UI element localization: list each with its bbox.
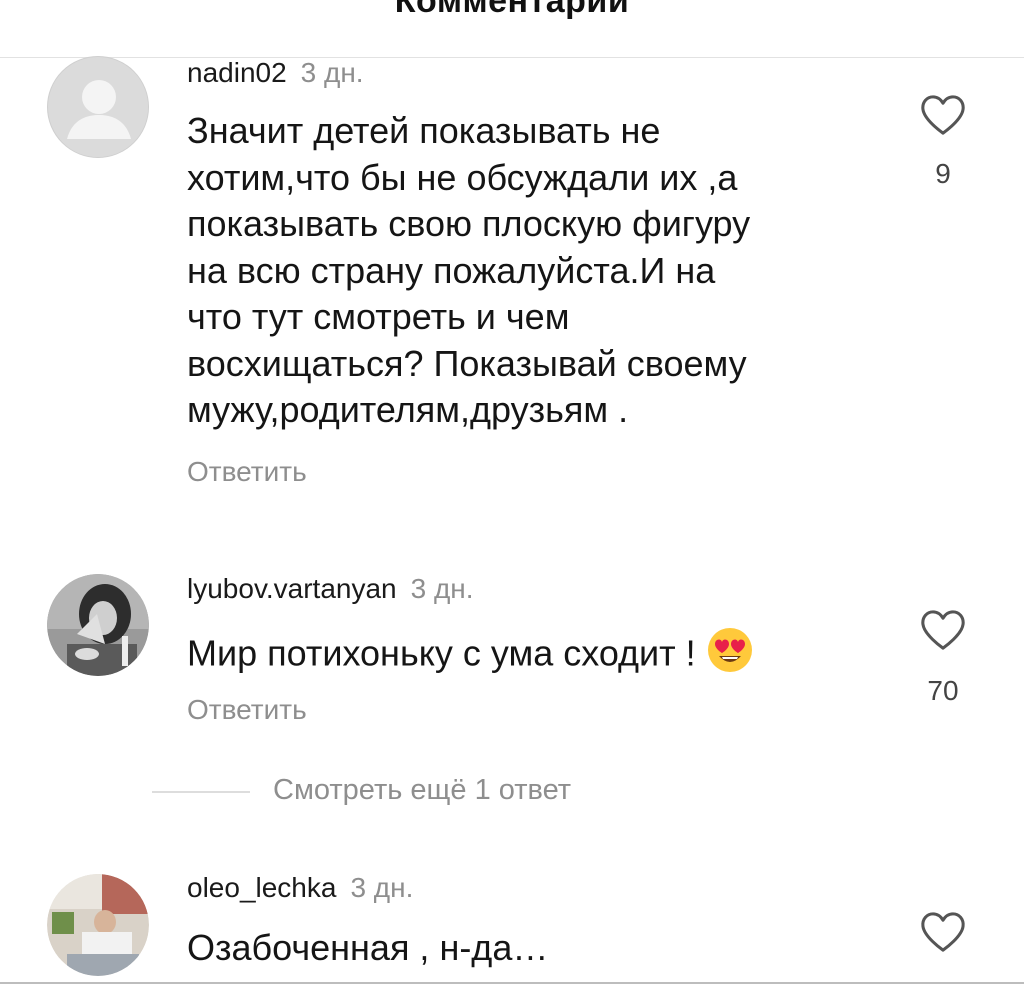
comment-text: Озабоченная , н-да… xyxy=(187,925,867,972)
comment-text-line: что тут смотреть и чем xyxy=(187,296,570,337)
comment-text-line: хотим,что бы не обсуждали их ,а xyxy=(187,156,738,198)
like-count: 9 xyxy=(935,158,951,189)
like-button[interactable] xyxy=(918,911,968,953)
view-more-replies[interactable]: Смотреть ещё 1 ответ xyxy=(152,770,852,814)
comment-meta: oleo_lechka 3 дн. xyxy=(187,872,413,905)
comment-username[interactable]: oleo_lechka xyxy=(187,872,336,903)
comment-username[interactable]: lyubov.vartanyan xyxy=(187,573,397,604)
comment-time: 3 дн. xyxy=(300,57,364,88)
page-title: Комментарии xyxy=(394,0,630,20)
view-more-divider xyxy=(152,791,250,793)
like-button[interactable]: 70 xyxy=(918,609,968,706)
comment-text-line: показывать свою плоскую фигуру xyxy=(187,203,751,244)
default-avatar-icon xyxy=(49,58,148,157)
avatar[interactable] xyxy=(47,574,149,676)
header-divider xyxy=(0,57,1024,58)
photo-avatar-image xyxy=(47,574,149,676)
comment-username[interactable]: nadin02 xyxy=(187,57,287,88)
like-count: 70 xyxy=(927,675,959,706)
reply-button[interactable]: Ответить xyxy=(187,694,307,726)
heart-outline-icon xyxy=(921,95,965,135)
avatar[interactable] xyxy=(47,874,149,976)
comment-text-line: восхищаться? Показывай своему xyxy=(187,342,747,384)
like-button[interactable]: 9 xyxy=(918,94,968,189)
photo-avatar-image xyxy=(47,874,149,976)
comment-text-content: Озабоченная , н-да… xyxy=(187,927,549,968)
comment-text-content: Мир потихоньку с ума сходит ! xyxy=(187,632,696,674)
heart-outline-icon xyxy=(921,610,965,650)
comment-text: Значит детей показывать не хотим,что бы … xyxy=(187,108,867,434)
comment-meta: lyubov.vartanyan 3 дн. xyxy=(187,573,474,606)
avatar[interactable] xyxy=(47,56,149,158)
comment-time: 3 дн. xyxy=(350,872,414,903)
reply-button[interactable]: Ответить xyxy=(187,456,307,488)
heart-eyes-emoji-icon xyxy=(706,626,754,686)
header: Комментарии xyxy=(0,0,1024,40)
comment-text-line: Значит детей показывать не xyxy=(187,110,661,151)
comment-time: 3 дн. xyxy=(410,573,474,604)
view-more-label[interactable]: Смотреть ещё 1 ответ xyxy=(273,774,571,807)
comment-text: Мир потихоньку с ума сходит ! xyxy=(187,626,867,686)
heart-outline-icon xyxy=(921,912,965,952)
bottom-divider xyxy=(0,982,1024,984)
comment-meta: nadin02 3 дн. xyxy=(187,57,364,90)
comment-text-line: на всю страну пожалуйста.И на xyxy=(187,249,716,291)
comment-text-line: мужу,родителям,друзьям . xyxy=(187,389,629,430)
